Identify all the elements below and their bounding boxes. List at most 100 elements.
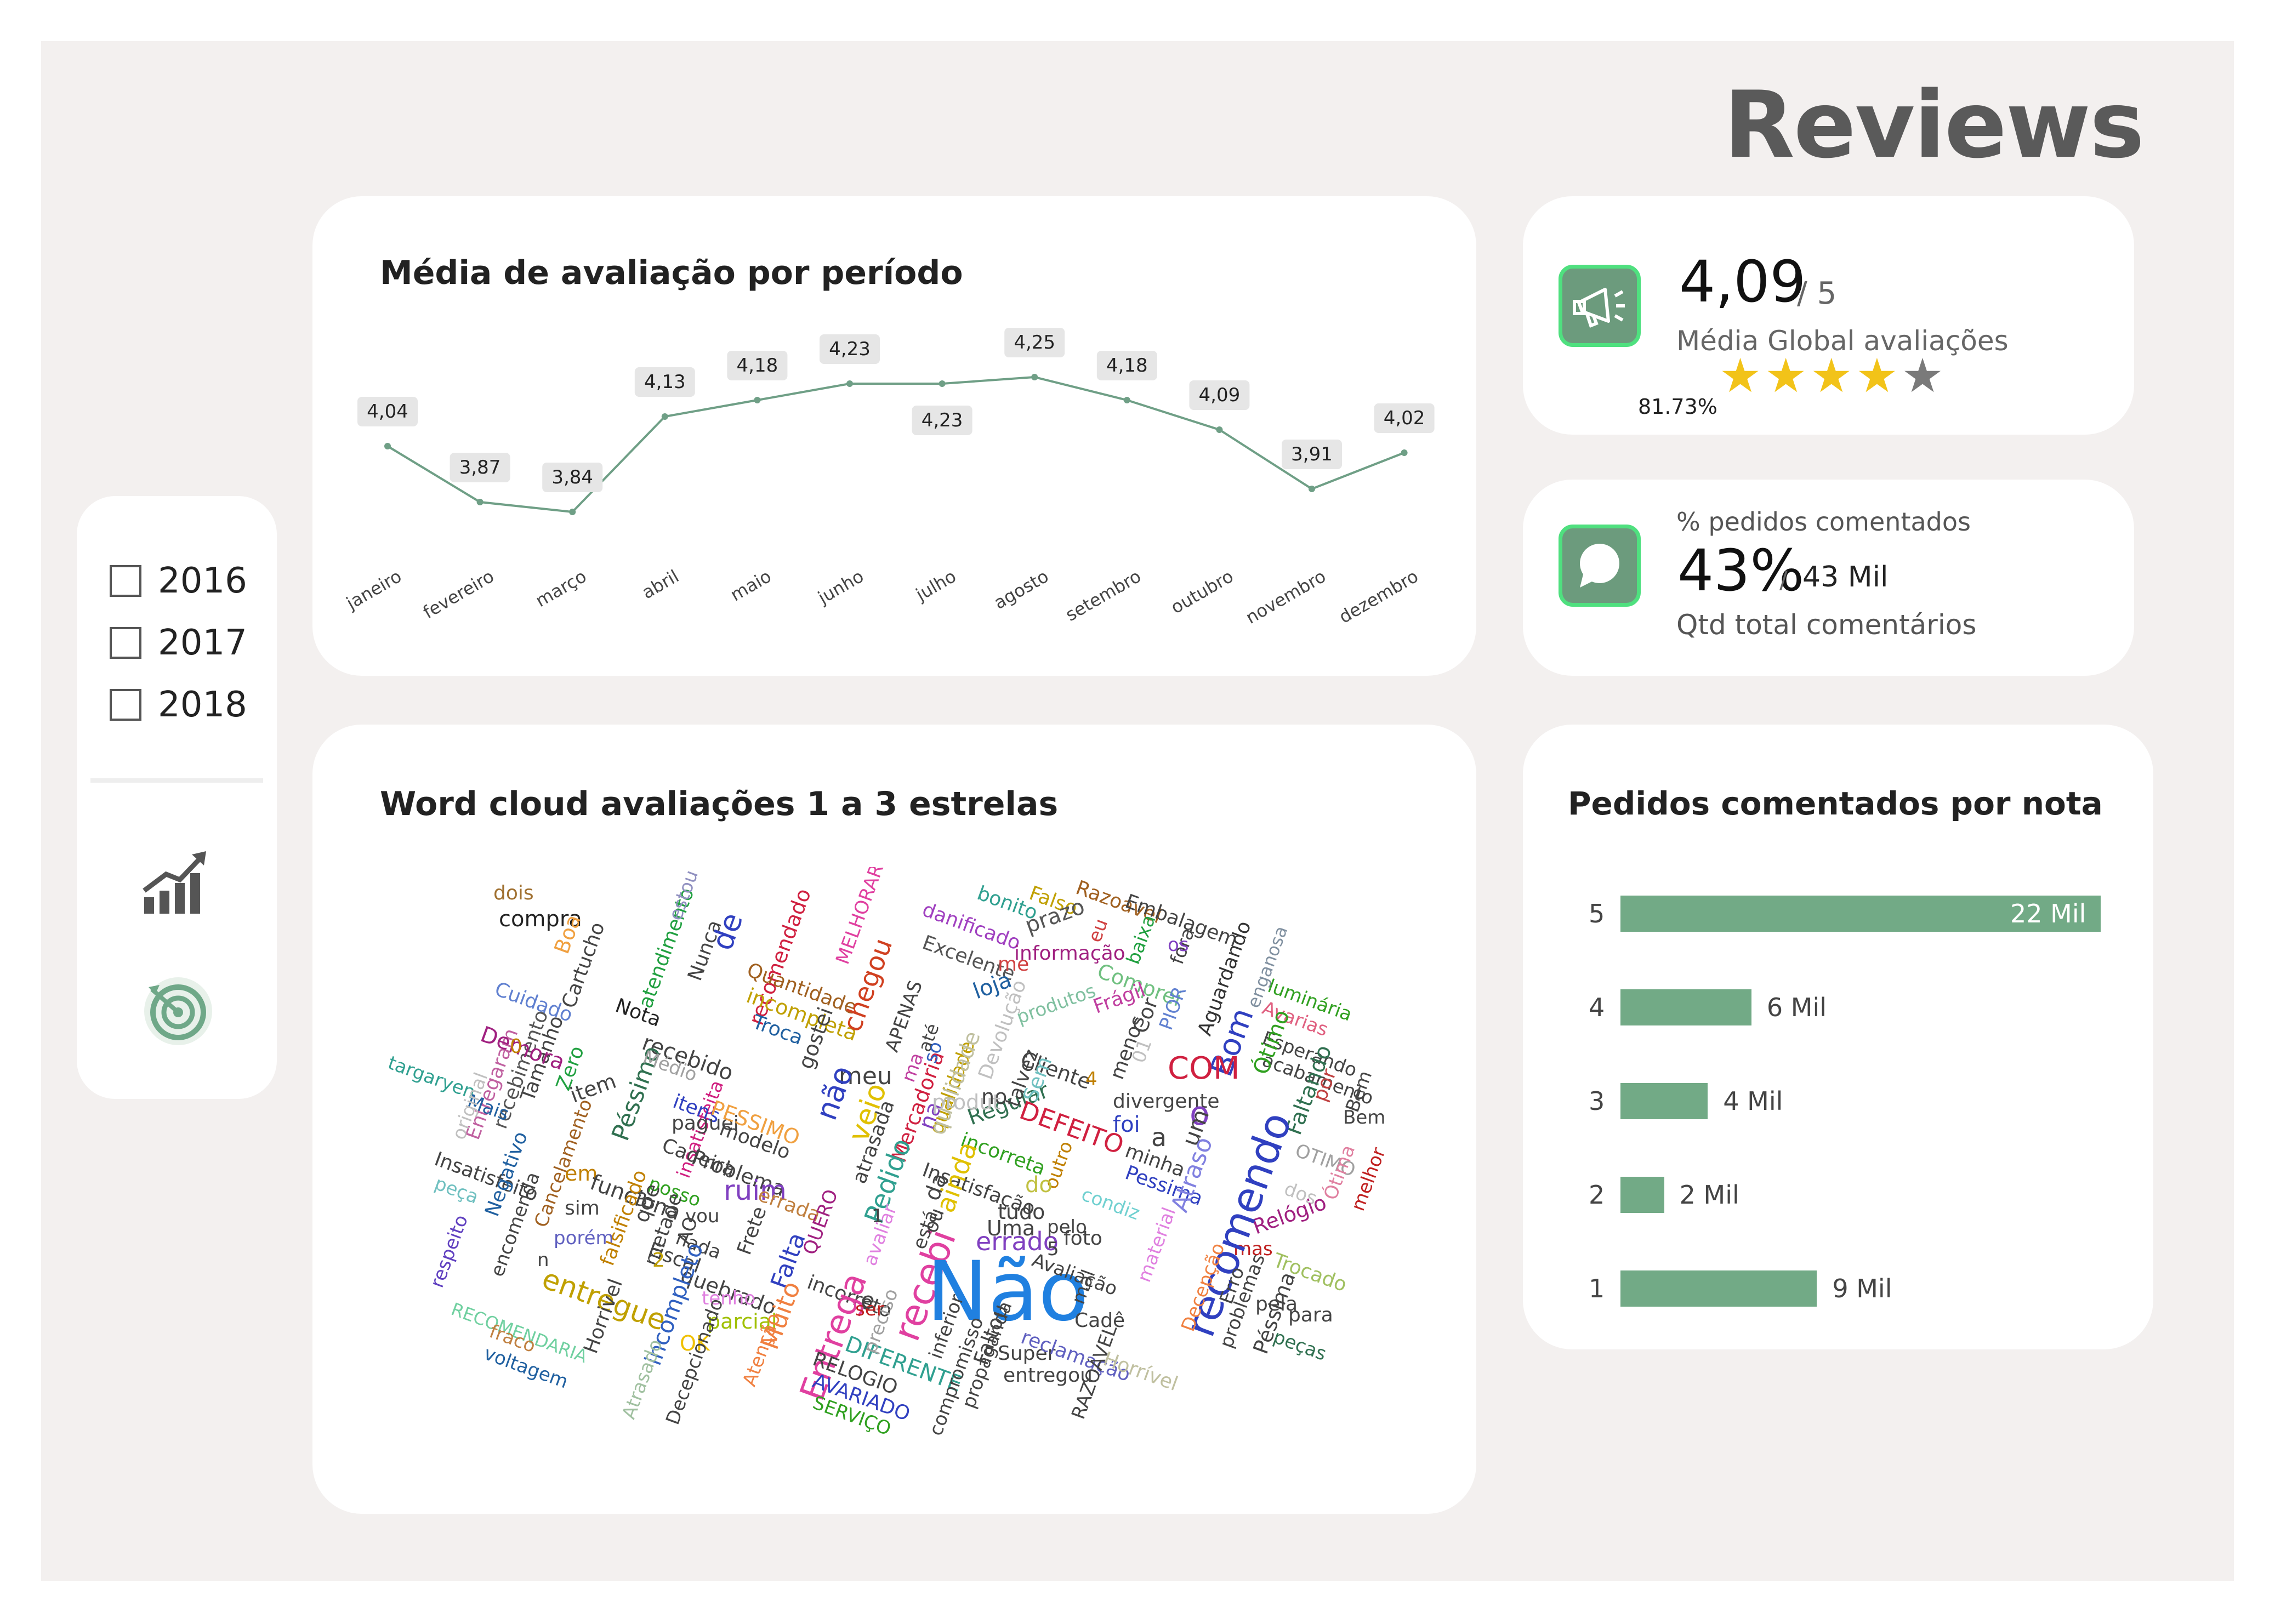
word-cloud-word: e xyxy=(861,1287,875,1314)
svg-text:4,04: 4,04 xyxy=(367,401,408,423)
word-cloud: Entregaram recebimento Tamanho dois compra Bo… xyxy=(378,867,1420,1470)
data-label: 4,09 xyxy=(1189,380,1250,410)
data-label: 4,23 xyxy=(820,334,880,364)
page-title: Reviews xyxy=(1724,71,2145,179)
comments-count: 43 Mil xyxy=(1802,561,1889,594)
star-icon: ★ xyxy=(1856,349,1898,403)
year-filter-2016[interactable]: 2016 xyxy=(110,561,247,601)
checkbox[interactable] xyxy=(110,565,141,597)
word-cloud-word: 0 xyxy=(510,1035,522,1058)
data-point[interactable] xyxy=(384,443,391,449)
svg-text:4,18: 4,18 xyxy=(737,355,778,377)
word-cloud-word: peças xyxy=(1270,1326,1329,1365)
trend-chart-icon[interactable] xyxy=(141,847,213,918)
line-chart: 4,04 janeiro 3,87 fevereiro 3,84 março 4,13 abr… xyxy=(342,328,1435,628)
x-tick-label: fevereiro xyxy=(419,566,498,623)
sidebar: 2016 2017 2018 xyxy=(77,496,277,1099)
word-cloud-word: Atrasado xyxy=(618,1336,667,1422)
svg-text:3,84: 3,84 xyxy=(551,466,593,488)
word-cloud-word: para xyxy=(1288,1304,1333,1326)
word-cloud-card: Word cloud avaliações 1 a 3 estrelas Ent… xyxy=(312,725,1476,1514)
data-point[interactable] xyxy=(1031,374,1038,380)
data-point[interactable] xyxy=(846,380,853,387)
word-cloud-word: Bem xyxy=(1343,1107,1386,1129)
series-line xyxy=(386,375,1405,514)
data-label: 3,91 xyxy=(1282,440,1342,469)
chart-title: Word cloud avaliações 1 a 3 estrelas xyxy=(380,785,1059,823)
data-label: 3,87 xyxy=(450,453,510,482)
star-rating: ★ ★ ★ ★ ★ xyxy=(1719,352,1944,400)
checkbox[interactable] xyxy=(110,689,141,721)
word-cloud-word: COM xyxy=(1168,1051,1240,1086)
data-point[interactable] xyxy=(1401,449,1408,456)
data-label: 4,04 xyxy=(357,397,418,426)
bar[interactable] xyxy=(1620,989,1751,1025)
data-point[interactable] xyxy=(661,413,668,420)
data-label: 4,18 xyxy=(727,351,788,380)
word-cloud-word: baixa xyxy=(1122,911,1161,967)
year-filter-2017[interactable]: 2017 xyxy=(110,623,247,663)
bar[interactable] xyxy=(1620,1270,1817,1307)
word-cloud-word: os xyxy=(1168,934,1189,956)
x-tick-label: janeiro xyxy=(342,566,405,614)
year-filter-2018[interactable]: 2018 xyxy=(110,685,247,725)
bar-chart-card: Pedidos comentados por nota 5 22 Mil 4 6 Mi… xyxy=(1523,725,2153,1349)
x-tick-label: agosto xyxy=(990,566,1052,613)
bar-category-label: 5 xyxy=(1589,899,1605,928)
x-tick-label: maio xyxy=(727,566,775,606)
x-tick-label: setembro xyxy=(1062,566,1145,625)
word-cloud-word: 4 xyxy=(1085,1068,1097,1090)
bar-category-label: 2 xyxy=(1589,1180,1605,1210)
word-cloud-word: 5 xyxy=(1047,1238,1059,1260)
data-point[interactable] xyxy=(939,380,946,387)
svg-text:3,87: 3,87 xyxy=(459,457,501,478)
rating-suffix: / 5 xyxy=(1797,276,1837,311)
bar-value-label: 4 Mil xyxy=(1723,1086,1783,1116)
word-cloud-word: a xyxy=(1151,1122,1167,1152)
star-icon: ★ xyxy=(1765,349,1807,403)
data-point[interactable] xyxy=(1309,486,1315,492)
kpi-comments-card: % pedidos comentados 43% / 43 Mil Qtd to… xyxy=(1523,480,2134,676)
bar[interactable] xyxy=(1620,1177,1664,1213)
word-cloud-word: 3 xyxy=(636,1189,648,1211)
checkbox[interactable] xyxy=(110,627,141,659)
svg-text:4,25: 4,25 xyxy=(1014,332,1055,354)
bar-chart: 5 22 Mil 4 6 Mil 3 4 Mil 2 2 Mil 1 9 Mil xyxy=(1523,725,2153,1349)
rating-value: 4,09 xyxy=(1679,248,1806,315)
word-cloud-word: Uma xyxy=(987,1216,1036,1240)
svg-text:4,23: 4,23 xyxy=(922,409,963,431)
data-label: 4,18 xyxy=(1096,351,1157,380)
word-cloud-word: 2 xyxy=(652,1249,665,1272)
data-point[interactable] xyxy=(754,397,761,403)
svg-text:3,91: 3,91 xyxy=(1291,443,1333,465)
data-label: 4,13 xyxy=(634,367,695,397)
bar-category-label: 3 xyxy=(1589,1086,1605,1116)
bar[interactable] xyxy=(1620,1083,1708,1119)
word-cloud-word: foto xyxy=(1063,1227,1102,1250)
bar-value-label: 9 Mil xyxy=(1832,1274,1892,1303)
svg-text:4,09: 4,09 xyxy=(1199,384,1241,406)
x-tick-label: julho xyxy=(912,566,959,605)
word-cloud-word: Horrível xyxy=(1100,1348,1181,1396)
chat-bubble-icon xyxy=(1559,525,1641,607)
star-icon: ★ xyxy=(1810,349,1853,403)
rating-percent: 81.73% xyxy=(1638,395,1717,419)
data-point[interactable] xyxy=(569,509,576,515)
word-cloud-word: condiz xyxy=(1078,1183,1143,1225)
word-cloud-word: produt xyxy=(932,1090,1001,1114)
data-point[interactable] xyxy=(476,499,484,505)
word-cloud-word: dois xyxy=(493,882,534,904)
year-label: 2018 xyxy=(158,685,247,725)
word-cloud-word: sim xyxy=(565,1197,600,1220)
data-point[interactable] xyxy=(1123,397,1130,403)
x-tick-label: dezembro xyxy=(1335,566,1422,628)
target-icon[interactable] xyxy=(140,973,217,1050)
svg-text:4,02: 4,02 xyxy=(1384,407,1425,429)
bar-category-label: 1 xyxy=(1589,1274,1605,1303)
data-label: 4,02 xyxy=(1374,403,1435,433)
data-label: 3,84 xyxy=(542,463,603,492)
bar-value-label: 22 Mil xyxy=(2010,899,2086,928)
divider xyxy=(90,778,263,783)
word-cloud-word: respeito xyxy=(426,1212,473,1291)
data-point[interactable] xyxy=(1216,426,1223,433)
